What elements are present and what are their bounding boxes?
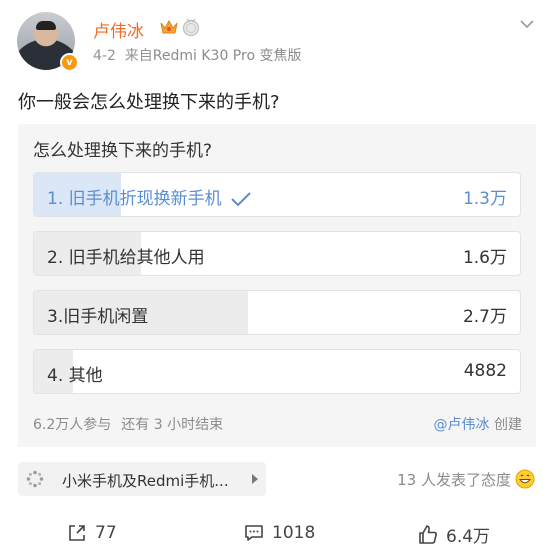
poll-remaining: 还有 3 小时结束	[121, 417, 224, 433]
username[interactable]: 卢伟冰	[93, 17, 144, 42]
comment-icon	[245, 525, 263, 541]
poll-option-label: 2. 旧手机给其他人用	[47, 248, 205, 268]
poll-card: 怎么处理换下来的手机? 1. 旧手机折现换新手机 1.3万 2. 旧手机给其他人…	[18, 124, 536, 447]
poll-option-label: 3.旧手机闲置	[47, 307, 149, 327]
reactions-text: 13 人发表了态度	[397, 471, 511, 489]
poll-option-label: 1. 旧手机折现换新手机	[47, 184, 252, 209]
post-text: 你一般会怎么处理换下来的手机?	[18, 92, 280, 113]
poll-option-label: 4. 其他	[47, 366, 103, 386]
poll-option-3[interactable]: 3.旧手机闲置 2.7万	[33, 290, 521, 335]
poll-participants: 6.2万人参与	[33, 417, 112, 433]
poll-creator-name[interactable]: @卢伟冰	[434, 417, 490, 433]
source-device[interactable]: Redmi K30 Pro 变焦版	[153, 48, 302, 64]
post-date: 4-2	[93, 48, 116, 64]
check-icon	[230, 192, 251, 207]
spinner-icon	[26, 470, 44, 488]
poll-option-count: 4882	[463, 361, 507, 381]
like-icon	[419, 524, 437, 544]
poll-stats: 6.2万人参与 还有 3 小时结束	[33, 414, 223, 434]
medal-icon[interactable]	[181, 17, 201, 37]
like-count: 6.4万	[446, 527, 491, 547]
share-icon	[69, 525, 85, 541]
poll-option-1[interactable]: 1. 旧手机折现换新手机 1.3万	[33, 172, 521, 217]
chevron-down-icon[interactable]	[519, 18, 535, 30]
action-bar: 77 1018 6.4万	[0, 512, 555, 555]
topic-label: 小米手机及Redmi手机...	[62, 472, 229, 490]
topic-link[interactable]: 小米手机及Redmi手机...	[18, 462, 266, 496]
comment-count: 1018	[272, 523, 316, 543]
poll-option-2[interactable]: 2. 旧手机给其他人用 1.6万	[33, 231, 521, 276]
reactions-summary[interactable]: 13 人发表了态度	[397, 469, 535, 490]
like-button[interactable]: 6.4万	[417, 522, 490, 547]
verified-badge: v	[60, 53, 79, 72]
crown-icon[interactable]	[159, 18, 179, 36]
share-count: 77	[95, 523, 117, 543]
post-meta: 4-2 来自Redmi K30 Pro 变焦版	[93, 45, 301, 65]
poll-option-count: 1.3万	[462, 189, 507, 209]
poll-title: 怎么处理换下来的手机?	[33, 141, 213, 161]
comment-button[interactable]: 1018	[243, 522, 315, 544]
poll-option-count: 2.7万	[462, 307, 507, 327]
source-prefix: 来自	[124, 48, 153, 64]
grin-emoji-icon	[515, 469, 535, 489]
poll-creator-suffix: 创建	[494, 417, 522, 433]
poll-option-4[interactable]: 4. 其他 4882	[33, 349, 521, 394]
share-button[interactable]: 77	[66, 522, 117, 544]
poll-creator: @卢伟冰 创建	[434, 414, 522, 434]
chevron-right-icon	[252, 474, 258, 484]
poll-option-count: 1.6万	[462, 248, 507, 268]
